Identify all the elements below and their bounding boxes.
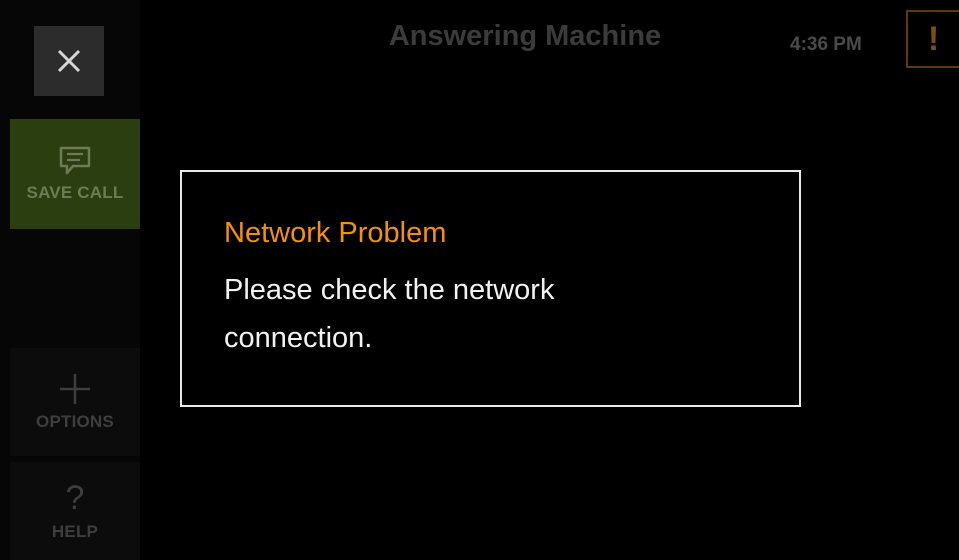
options-button[interactable]: OPTIONS xyxy=(10,348,140,456)
close-icon xyxy=(57,49,81,73)
plus-icon xyxy=(60,374,90,404)
save-call-label: SAVE CALL xyxy=(26,183,124,202)
clock-time: 4:36 PM xyxy=(790,34,862,55)
message-icon xyxy=(59,146,91,175)
exclamation-icon: ! xyxy=(927,19,940,58)
alert-button[interactable]: ! xyxy=(906,10,959,68)
question-icon: ? xyxy=(65,479,85,517)
save-call-button[interactable]: SAVE CALL xyxy=(10,119,140,229)
page-title: Answering Machine xyxy=(388,20,662,52)
dialog-message: Please check the network connection. xyxy=(224,274,555,354)
help-button[interactable]: ? HELP xyxy=(10,462,140,560)
close-button[interactable] xyxy=(34,26,104,96)
options-label: OPTIONS xyxy=(36,412,114,431)
answering-machine-screen: SAVE CALL OPTIONS ? HELP Answering Machi… xyxy=(0,0,959,560)
dialog-title: Network Problem xyxy=(224,217,447,249)
network-problem-dialog: Network Problem Please check the network… xyxy=(180,170,801,407)
help-label: HELP xyxy=(51,522,99,541)
